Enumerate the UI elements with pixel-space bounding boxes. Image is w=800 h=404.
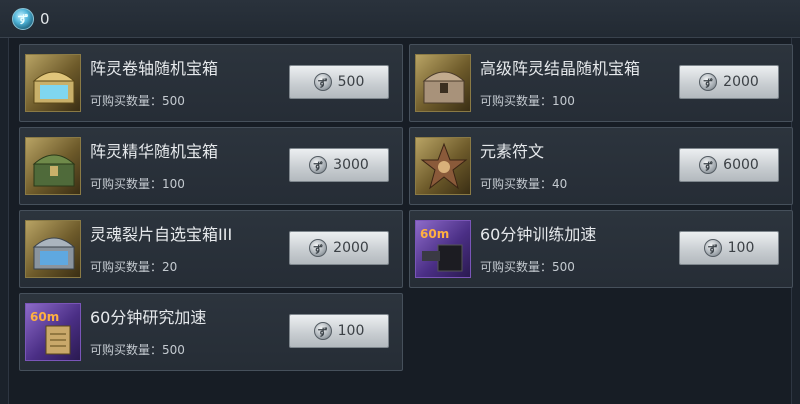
shop-item-card: 60m 60分钟研究加速 可购买数量：500 ず 100 [19, 293, 403, 371]
item-purchase-limit: 可购买数量：100 [90, 177, 185, 191]
item-name: 高级阵灵结晶随机宝箱 [480, 59, 641, 78]
jade-chest-icon [25, 137, 81, 195]
buy-button[interactable]: ず 6000 [679, 148, 779, 182]
shop-item-card: 灵魂裂片自选宝箱III 可购买数量：20 ず 2000 [19, 210, 403, 288]
item-name: 60分钟训练加速 [480, 225, 597, 244]
buy-button[interactable]: ず 3000 [289, 148, 389, 182]
item-name: 60分钟研究加速 [90, 308, 207, 327]
currency-amount: 0 [40, 10, 50, 28]
item-price: 500 [337, 74, 365, 90]
top-bar: ず 0 [0, 0, 800, 38]
shop-panel: 阵灵卷轴随机宝箱 可购买数量：500 ず 500 高级阵灵结晶随机宝箱 可购买数… [8, 38, 793, 404]
ornate-chest-icon [415, 54, 471, 112]
item-name: 灵魂裂片自选宝箱III [90, 225, 233, 244]
shop-item-card: 阵灵卷轴随机宝箱 可购买数量：500 ず 500 [19, 44, 403, 122]
duration-badge: 60m [30, 310, 60, 324]
research-speedup-icon: 60m [25, 303, 81, 361]
item-purchase-limit: 可购买数量：100 [480, 94, 575, 108]
item-purchase-limit: 可购买数量：500 [90, 94, 185, 108]
item-name: 阵灵精华随机宝箱 [90, 142, 219, 161]
item-purchase-limit: 可购买数量：500 [480, 260, 575, 274]
item-price: 3000 [333, 157, 369, 173]
silver-coin-icon: ず [309, 156, 328, 174]
shop-item-card: 元素符文 可购买数量：40 ず 6000 [409, 127, 793, 205]
buy-button[interactable]: ず 500 [289, 65, 389, 99]
silver-coin-icon: ず [313, 322, 332, 340]
buy-button[interactable]: ず 100 [289, 314, 389, 348]
item-purchase-limit: 可购买数量：500 [90, 343, 185, 357]
shop-item-card: 阵灵精华随机宝箱 可购买数量：100 ず 3000 [19, 127, 403, 205]
buy-button[interactable]: ず 100 [679, 231, 779, 265]
item-name: 阵灵卷轴随机宝箱 [90, 59, 219, 78]
item-price: 100 [337, 323, 365, 339]
training-speedup-icon: 60m [415, 220, 471, 278]
item-price: 2000 [723, 74, 759, 90]
item-price: 6000 [723, 157, 759, 173]
item-price: 2000 [333, 240, 369, 256]
buy-button[interactable]: ず 2000 [289, 231, 389, 265]
duration-badge: 60m [420, 227, 450, 241]
item-price: 100 [727, 240, 755, 256]
shop-item-card: 60m 60分钟训练加速 可购买数量：500 ず 100 [409, 210, 793, 288]
silver-coin-icon: ず [313, 73, 332, 91]
silver-coin-icon: ず [699, 156, 718, 174]
rune-star-icon [415, 137, 471, 195]
gold-chest-icon [25, 54, 81, 112]
silver-coin-icon: ず [699, 73, 718, 91]
buy-button[interactable]: ず 2000 [679, 65, 779, 99]
silver-chest-icon [25, 220, 81, 278]
item-purchase-limit: 可购买数量：40 [480, 177, 568, 191]
item-purchase-limit: 可购买数量：20 [90, 260, 178, 274]
silver-coin-icon: ず [309, 239, 328, 257]
silver-coin-icon: ず [703, 239, 722, 257]
item-name: 元素符文 [480, 142, 545, 161]
shop-item-card: 高级阵灵结晶随机宝箱 可购买数量：100 ず 2000 [409, 44, 793, 122]
blue-crystal-coin-icon: ず [12, 8, 34, 30]
